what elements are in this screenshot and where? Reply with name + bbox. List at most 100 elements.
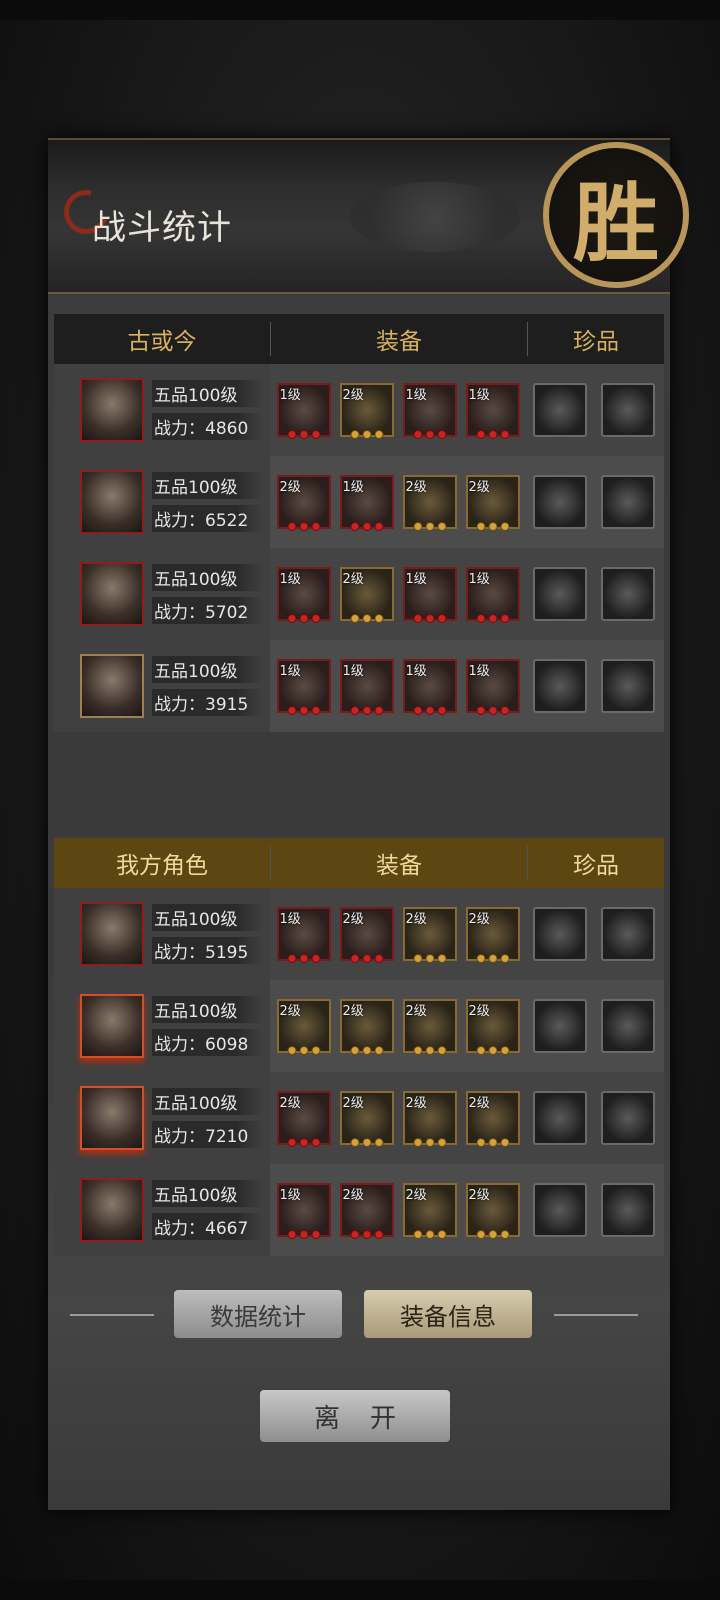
comb-icon[interactable] (601, 999, 655, 1053)
pip-icon (311, 954, 320, 963)
leave-button[interactable]: 离开 (260, 1390, 450, 1442)
fan-icon[interactable] (601, 907, 655, 961)
equipment-slot[interactable]: 2级 (402, 1183, 457, 1239)
equipment-slot[interactable]: 2级 (339, 907, 394, 963)
equipment-slot[interactable]: 2级 (276, 1091, 331, 1147)
avatar[interactable] (80, 902, 144, 966)
equipment-slot[interactable]: 2级 (402, 1091, 457, 1147)
divider-left (70, 1314, 154, 1316)
amber-icon[interactable] (533, 1091, 587, 1145)
equipment-slot[interactable]: 1级 (276, 383, 331, 439)
equipment-slot[interactable]: 1级 (276, 659, 331, 715)
equipment-slot[interactable]: 2级 (339, 1091, 394, 1147)
power-label: 战力：4667 (152, 1213, 264, 1240)
pip-icon (362, 1230, 371, 1239)
equipment-slot[interactable]: 1级 (465, 383, 520, 439)
equipment-slot[interactable]: 1级 (402, 383, 457, 439)
equipment-slot[interactable]: 2级 (402, 999, 457, 1055)
pouch-icon[interactable] (601, 659, 655, 713)
avatar[interactable] (80, 470, 144, 534)
pip-icon (476, 954, 485, 963)
equipment-slot[interactable]: 2级 (339, 383, 394, 439)
equipment-slot[interactable]: 1级 (402, 567, 457, 623)
avatar[interactable] (80, 1178, 144, 1242)
stone-icon[interactable] (533, 659, 587, 713)
teapot-icon[interactable] (533, 567, 587, 621)
equipment-slot[interactable]: 2级 (276, 999, 331, 1055)
equipment-slot[interactable]: 2级 (465, 907, 520, 963)
staff-icon[interactable] (533, 475, 587, 529)
equipment-level: 1级 (342, 664, 364, 679)
pip-icon (500, 706, 509, 715)
comb-gold-icon[interactable] (533, 907, 587, 961)
comb-icon[interactable] (601, 567, 655, 621)
star-pips (287, 1046, 320, 1055)
star-pips (287, 1230, 320, 1239)
equipment-level: 1级 (279, 912, 301, 927)
table-row: 五品100级 战力：6522 2级 1级 2级 2级 (54, 456, 664, 548)
equipment-slot[interactable]: 1级 (402, 659, 457, 715)
pip-icon (500, 1138, 509, 1147)
hairpin-icon[interactable] (533, 1183, 587, 1237)
character-info: 五品100级 战力：4860 (152, 380, 264, 440)
mushroom-icon[interactable] (601, 383, 655, 437)
star-pips (476, 1138, 509, 1147)
pip-icon (476, 1046, 485, 1055)
tab-equip-info[interactable]: 装备信息 (364, 1290, 532, 1338)
equipment-slot[interactable]: 2级 (465, 475, 520, 531)
star-pips (476, 706, 509, 715)
avatar[interactable] (80, 1086, 144, 1150)
comb-gold-icon[interactable] (601, 1183, 655, 1237)
power-label: 战力：7210 (152, 1121, 264, 1148)
bottom-tabs: 数据统计 装备信息 (54, 1290, 664, 1340)
pip-icon (362, 1138, 371, 1147)
equipment-level: 1级 (405, 572, 427, 587)
star-pips (287, 430, 320, 439)
equipment-slot[interactable]: 2级 (402, 475, 457, 531)
star-pips (476, 1046, 509, 1055)
equipment-cell: 1级 2级 1级 1级 (270, 383, 526, 439)
equipment-slot[interactable]: 2级 (465, 999, 520, 1055)
avatar[interactable] (80, 994, 144, 1058)
hairpin-icon[interactable] (601, 475, 655, 529)
equipment-slot[interactable]: 1级 (276, 1183, 331, 1239)
table-row: 五品100级 战力：4860 1级 2级 1级 1级 (54, 364, 664, 456)
equipment-slot[interactable]: 1级 (339, 475, 394, 531)
iron-box-icon[interactable] (533, 999, 587, 1053)
character-info: 五品100级 战力：6098 (152, 996, 264, 1056)
equipment-level: 1级 (342, 480, 364, 495)
page-title: 战斗统计 (92, 208, 232, 248)
pip-icon (362, 522, 371, 531)
rank-label: 五品100级 (152, 380, 264, 407)
tab-data-stats[interactable]: 数据统计 (174, 1290, 342, 1338)
equipment-slot[interactable]: 1级 (276, 907, 331, 963)
pip-icon (437, 1230, 446, 1239)
equipment-slot[interactable]: 1级 (276, 567, 331, 623)
pip-icon (437, 614, 446, 623)
equipment-slot[interactable]: 2级 (465, 1183, 520, 1239)
pip-icon (500, 954, 509, 963)
character-info: 五品100级 战力：4667 (152, 1180, 264, 1240)
avatar[interactable] (80, 562, 144, 626)
pip-icon (362, 1046, 371, 1055)
equipment-slot[interactable]: 2级 (339, 567, 394, 623)
table-row: 五品100级 战力：7210 2级 2级 2级 2级 (54, 1072, 664, 1164)
equipment-slot[interactable]: 2级 (339, 999, 394, 1055)
equipment-level: 1级 (279, 572, 301, 587)
equipment-slot[interactable]: 2级 (339, 1183, 394, 1239)
avatar[interactable] (80, 378, 144, 442)
equipment-level: 2级 (405, 912, 427, 927)
equipment-slot[interactable]: 2级 (402, 907, 457, 963)
rank-label: 五品100级 (152, 472, 264, 499)
equipment-slot[interactable]: 1级 (339, 659, 394, 715)
equipment-slot[interactable]: 1级 (465, 659, 520, 715)
iron-box-icon[interactable] (533, 383, 587, 437)
ladle-icon[interactable] (601, 1091, 655, 1145)
avatar[interactable] (80, 654, 144, 718)
pip-icon (311, 706, 320, 715)
equipment-slot[interactable]: 2级 (276, 475, 331, 531)
character-cell: 五品100级 战力：5195 (54, 888, 270, 980)
equipment-slot[interactable]: 1级 (465, 567, 520, 623)
equipment-slot[interactable]: 2级 (465, 1091, 520, 1147)
table-row: 五品100级 战力：5702 1级 2级 1级 1级 (54, 548, 664, 640)
